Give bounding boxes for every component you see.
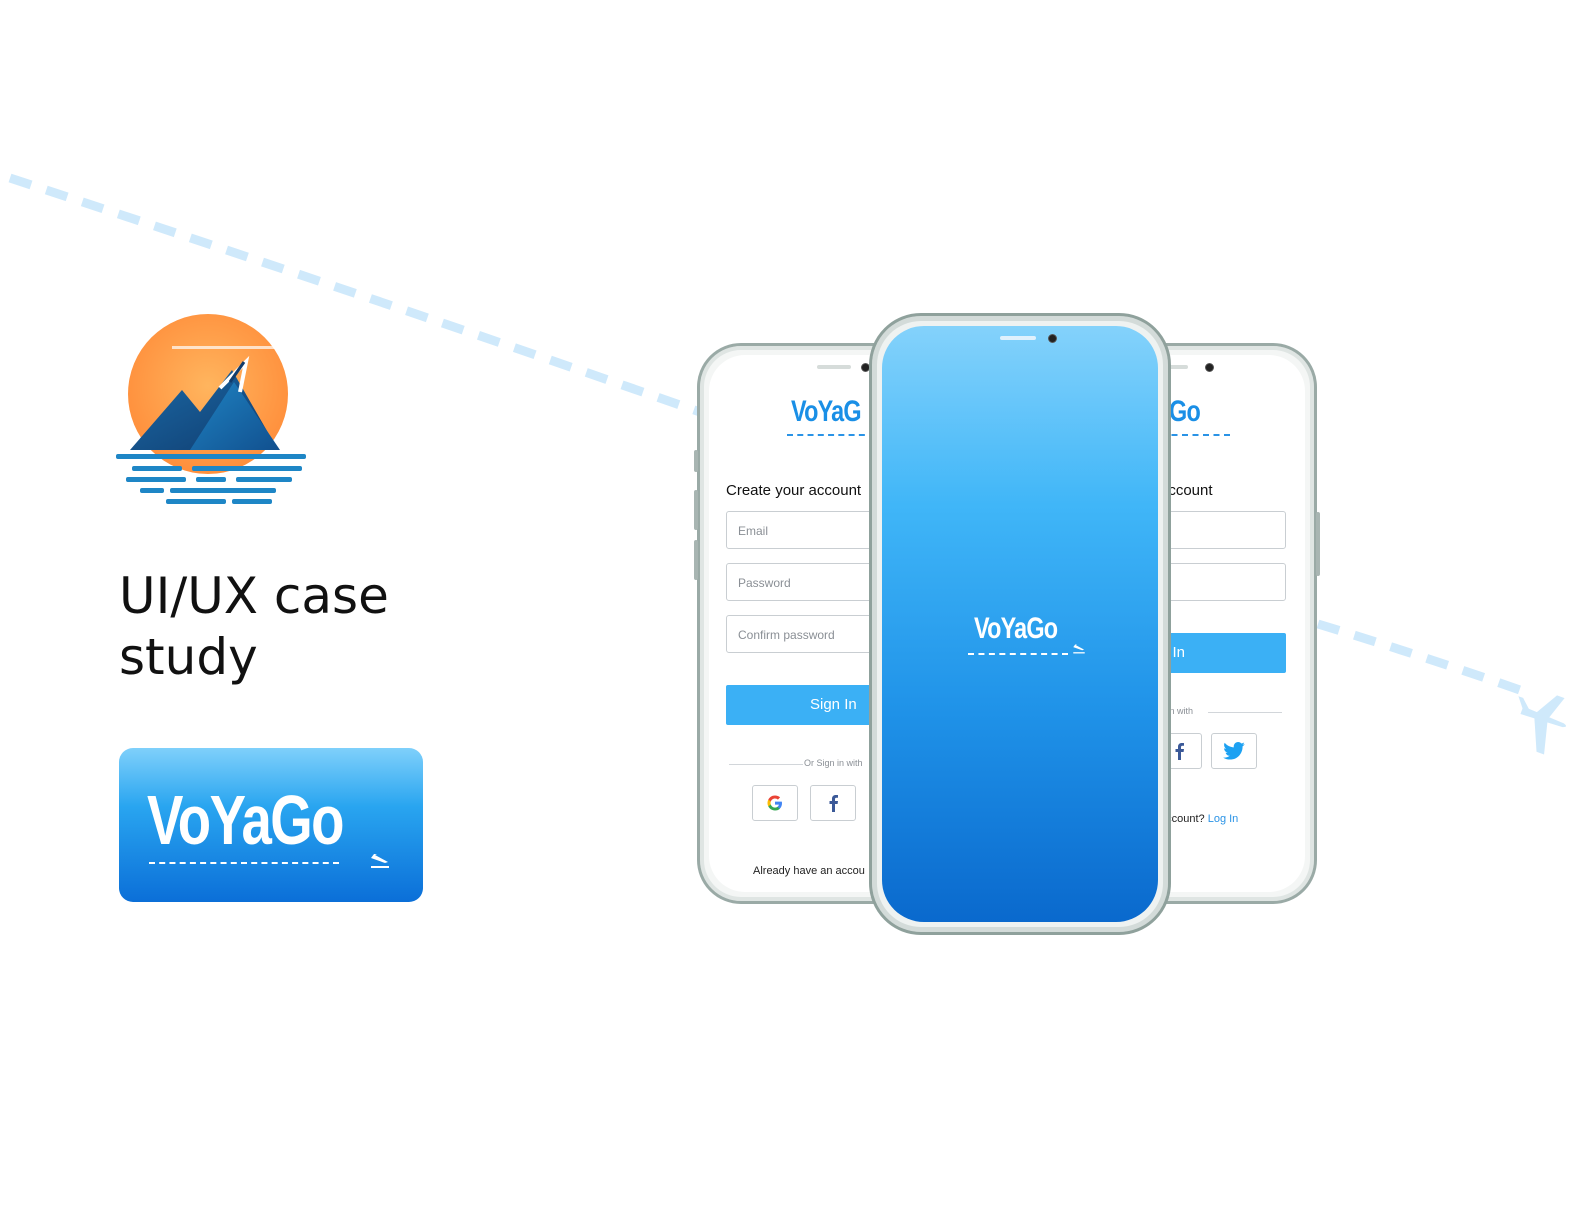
google-signin-button[interactable] xyxy=(752,785,798,821)
login-prompt: Already have an accou xyxy=(753,865,865,877)
form-heading: Create your account xyxy=(726,482,862,499)
login-prompt: account? Log In xyxy=(1160,813,1238,825)
case-study-title: UI/UX case study xyxy=(119,567,389,686)
app-logo: VoYaG xyxy=(791,395,862,428)
plane-icon xyxy=(1518,695,1567,755)
twitter-signin-button[interactable] xyxy=(1211,733,1257,769)
divider-label: Or Sign in with xyxy=(804,758,863,768)
wordmark-text: VoYaGo xyxy=(147,781,345,859)
brand-logo-icon xyxy=(116,314,306,504)
plane-icon xyxy=(371,854,389,868)
log-in-link[interactable]: Log In xyxy=(1208,813,1239,825)
facebook-icon xyxy=(829,795,838,812)
facebook-icon xyxy=(1175,743,1184,760)
phone-mockup-splash: VoYaGo xyxy=(869,313,1171,935)
facebook-signin-button[interactable] xyxy=(810,785,856,821)
splash-logo: VoYaGo xyxy=(974,612,1058,645)
splash-screen: VoYaGo xyxy=(882,326,1158,922)
plane-icon xyxy=(1073,644,1085,654)
wordmark-card: VoYaGo xyxy=(119,748,423,902)
google-icon xyxy=(767,795,782,811)
wordmark-dash-line xyxy=(149,862,339,864)
twitter-icon xyxy=(1223,742,1245,760)
sign-in-label: Sign In xyxy=(810,696,857,713)
